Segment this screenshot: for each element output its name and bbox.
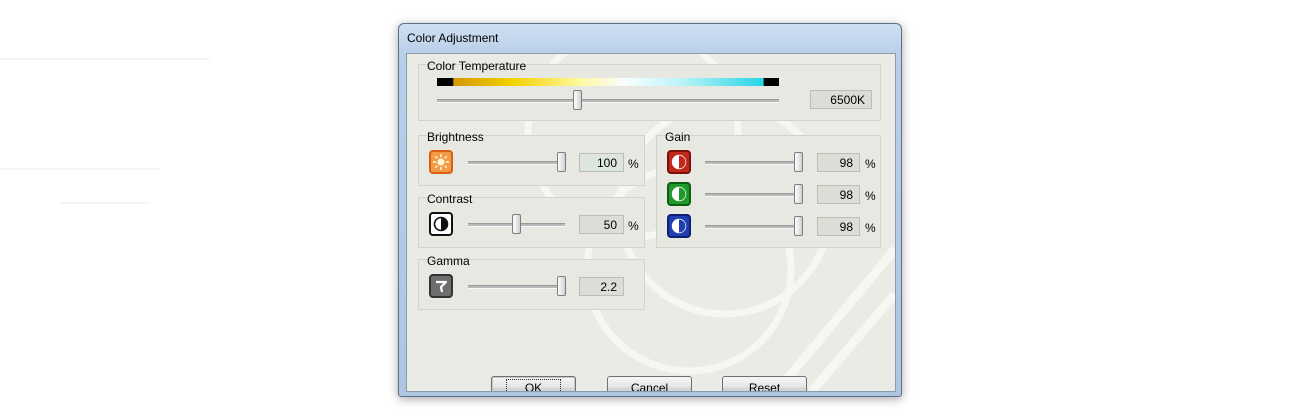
contrast-unit: % (628, 219, 639, 233)
contrast-icon (671, 186, 687, 202)
contrast-panel: Contrast 50 % (418, 192, 645, 248)
brightness-icon-box (429, 150, 453, 174)
background-streak (60, 202, 150, 204)
dialog-title: Color Adjustment (407, 31, 499, 45)
dialog-client-area: Color Temperature 6500K Brightness 100 %… (406, 53, 896, 392)
gain-blue-unit: % (865, 221, 876, 235)
color-temperature-gradient (437, 78, 779, 86)
gain-green-value: 98 (817, 185, 860, 204)
gamma-panel: Gamma 2.2 (418, 254, 645, 310)
ok-button[interactable]: OK (491, 376, 576, 391)
color-temperature-label: Color Temperature (427, 59, 527, 73)
gamma-icon (436, 280, 448, 293)
gain-green-slider-track[interactable] (705, 193, 802, 197)
contrast-icon (433, 216, 449, 232)
gain-red-slider-track[interactable] (705, 161, 802, 165)
contrast-slider-thumb[interactable] (512, 214, 521, 234)
gain-red-slider-thumb[interactable] (793, 152, 803, 172)
contrast-value: 50 (579, 215, 624, 234)
ok-button-label: OK (505, 378, 562, 391)
color-adjustment-dialog: Color Adjustment Color Temperature 6500K (398, 23, 902, 397)
gain-red-unit: % (865, 157, 876, 171)
cancel-button[interactable]: Cancel (607, 376, 692, 392)
contrast-icon-box (429, 212, 453, 236)
reset-button[interactable]: Reset (722, 376, 807, 392)
gamma-value: 2.2 (579, 277, 624, 296)
gamma-slider-thumb[interactable] (556, 276, 566, 296)
brightness-slider-track[interactable] (468, 161, 565, 165)
color-temperature-value: 6500K (810, 90, 872, 109)
gamma-label: Gamma (427, 254, 470, 268)
sun-icon (433, 154, 449, 170)
reset-button-label: Reset (749, 380, 781, 392)
gain-blue-value: 98 (817, 217, 860, 236)
gain-green-unit: % (865, 189, 876, 203)
gain-label: Gain (665, 130, 691, 144)
color-temperature-panel: Color Temperature 6500K (418, 59, 881, 121)
gain-blue-slider-track[interactable] (705, 225, 802, 229)
title-bar[interactable]: Color Adjustment (399, 24, 901, 52)
brightness-value: 100 (579, 153, 624, 172)
brightness-panel: Brightness 100 % (418, 130, 645, 186)
gain-red-value: 98 (817, 153, 860, 172)
gain-panel: Gain 98 % 98 % 98 % (656, 130, 881, 248)
reset-button-label-rest: eset (757, 380, 781, 392)
color-temperature-slider-thumb[interactable] (572, 90, 582, 110)
background-streak (0, 58, 210, 60)
gain-green-icon-box (667, 182, 691, 206)
gain-blue-icon-box (667, 214, 691, 238)
cancel-button-label: Cancel (630, 380, 669, 392)
contrast-label: Contrast (427, 192, 473, 206)
gain-red-icon-box (667, 150, 691, 174)
gamma-slider-track[interactable] (468, 285, 565, 289)
brightness-label: Brightness (427, 130, 484, 144)
brightness-unit: % (628, 157, 639, 171)
gamma-icon-box (429, 274, 453, 298)
background-streak (0, 168, 160, 170)
contrast-icon (671, 218, 687, 234)
color-temperature-slider-track[interactable] (437, 99, 779, 103)
brightness-slider-thumb[interactable] (556, 152, 566, 172)
contrast-icon (671, 154, 687, 170)
gain-green-slider-thumb[interactable] (793, 184, 803, 204)
gain-blue-slider-thumb[interactable] (793, 216, 803, 236)
